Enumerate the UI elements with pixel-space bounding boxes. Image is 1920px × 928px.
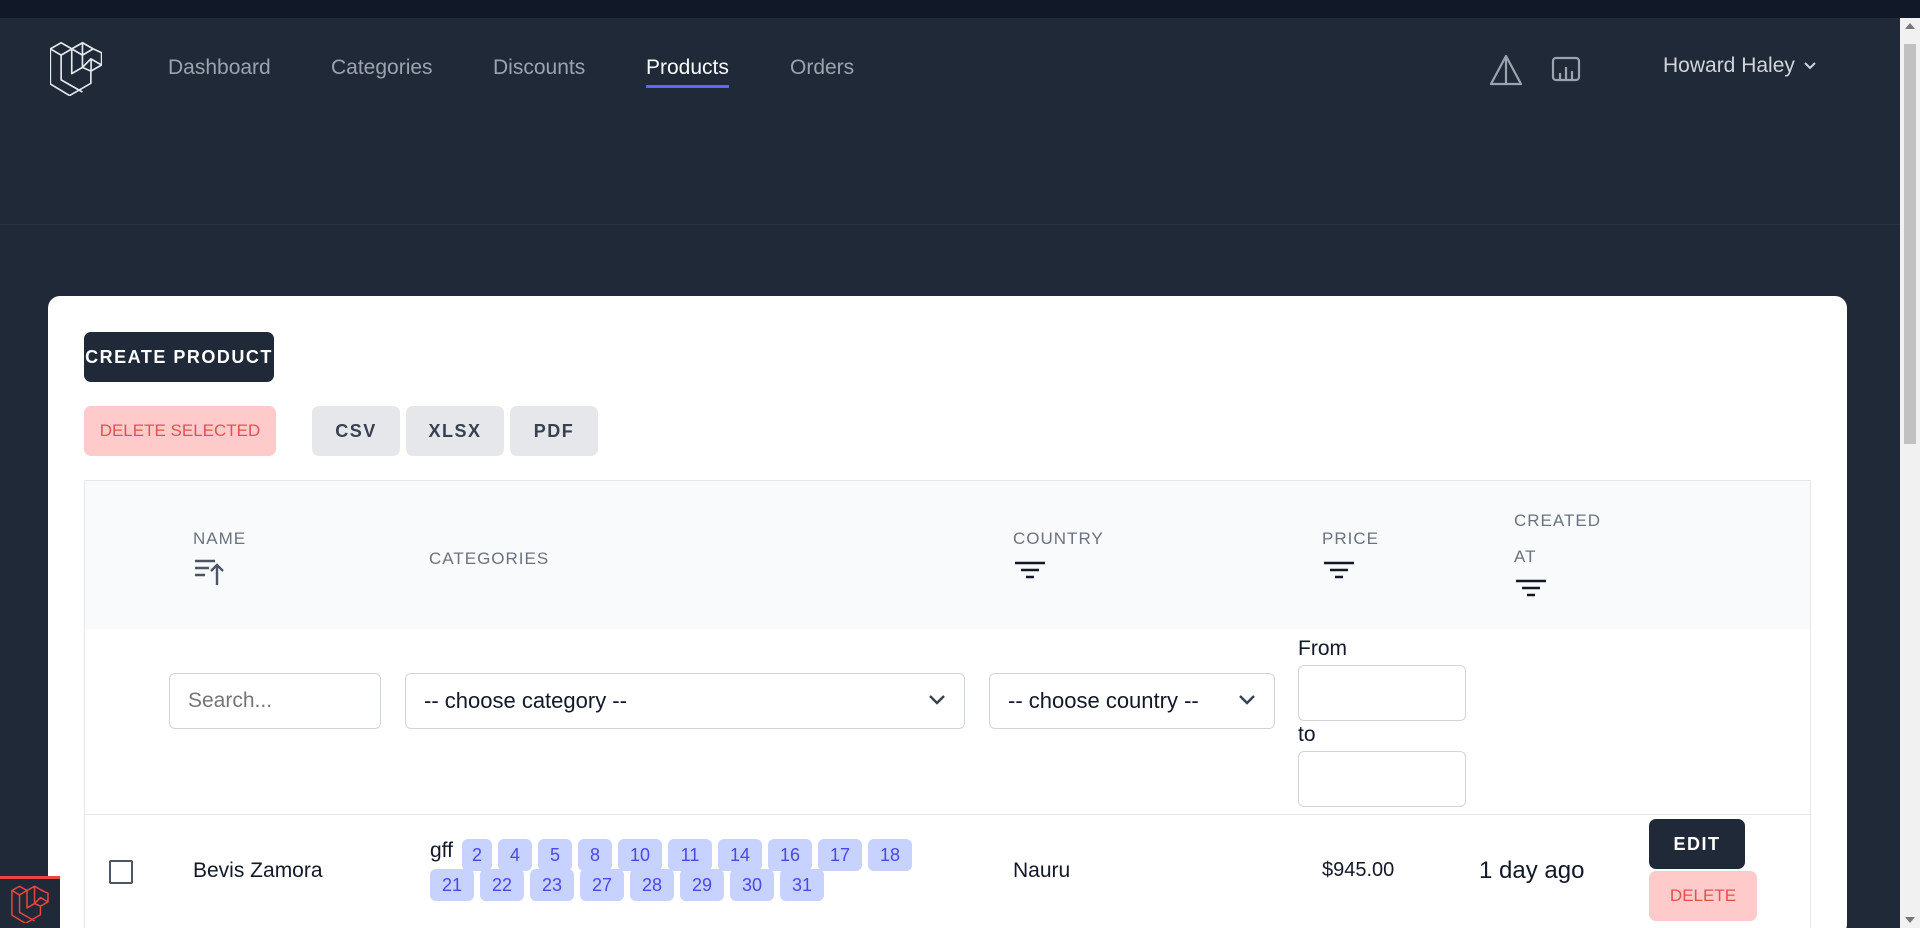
product-country: Nauru bbox=[1013, 859, 1071, 882]
country-select[interactable]: -- choose country -- bbox=[989, 673, 1275, 729]
category-tag: 27 bbox=[580, 869, 624, 901]
scroll-down-arrow-icon[interactable] bbox=[1905, 917, 1915, 923]
category-select-value: -- choose category -- bbox=[424, 688, 627, 713]
filter-lines-icon[interactable] bbox=[1013, 559, 1047, 589]
category-tag: 5 bbox=[538, 839, 572, 871]
products-card: CREATE PRODUCT DELETE SELECTED CSV XLSX … bbox=[48, 296, 1847, 928]
sort-ascending-icon[interactable] bbox=[193, 557, 227, 587]
browser-top-strip bbox=[0, 0, 1920, 18]
export-xlsx-button[interactable]: XLSX bbox=[406, 406, 504, 456]
chevron-down-icon bbox=[1239, 695, 1255, 705]
price-to-input[interactable] bbox=[1298, 751, 1466, 807]
scroll-up-arrow-icon[interactable] bbox=[1905, 23, 1915, 29]
nav-orders[interactable]: Orders bbox=[790, 56, 854, 88]
table-header: NAME CATEGORIES COUNTRY PRICE CREATED AT bbox=[85, 481, 1810, 629]
category-tag: 16 bbox=[768, 839, 812, 871]
export-csv-button[interactable]: CSV bbox=[312, 406, 400, 456]
price-from-input[interactable] bbox=[1298, 665, 1466, 721]
delete-selected-button[interactable]: DELETE SELECTED bbox=[84, 406, 276, 456]
scrollbar-thumb[interactable] bbox=[1904, 44, 1916, 444]
header-country: COUNTRY bbox=[1013, 529, 1104, 548]
delete-button[interactable]: DELETE bbox=[1649, 871, 1757, 921]
laravel-logo-icon[interactable] bbox=[50, 40, 102, 96]
products-table: NAME CATEGORIES COUNTRY PRICE CREATED AT bbox=[84, 480, 1811, 928]
category-tag: 2 bbox=[462, 839, 492, 871]
header-created-line2: AT bbox=[1514, 547, 1537, 566]
filter-lines-icon[interactable] bbox=[1514, 577, 1548, 607]
price-from-label: From bbox=[1298, 637, 1347, 660]
header-name: NAME bbox=[193, 529, 247, 548]
price-to-label: to bbox=[1298, 723, 1316, 746]
category-tag: 28 bbox=[630, 869, 674, 901]
top-navbar: Dashboard Categories Discounts Products … bbox=[0, 18, 1900, 138]
nav-categories[interactable]: Categories bbox=[331, 56, 433, 88]
header-created-line1: CREATED bbox=[1514, 511, 1601, 530]
category-tag: 8 bbox=[578, 839, 612, 871]
category-tag: 29 bbox=[680, 869, 724, 901]
product-name: Bevis Zamora bbox=[193, 859, 323, 882]
warning-triangle-icon[interactable] bbox=[1488, 52, 1524, 88]
edit-button[interactable]: EDIT bbox=[1649, 819, 1745, 869]
table-row: Bevis Zamora gff 2 4 5 8 10 11 14 16 17 … bbox=[85, 815, 1810, 927]
page-scrollbar[interactable] bbox=[1900, 18, 1920, 928]
category-tag: 17 bbox=[818, 839, 862, 871]
chevron-down-icon bbox=[929, 695, 945, 705]
category-first: gff bbox=[430, 839, 453, 862]
product-created-at: 1 day ago bbox=[1479, 857, 1585, 884]
category-tag: 30 bbox=[730, 869, 774, 901]
dashboard-monitor-icon[interactable] bbox=[1548, 52, 1584, 88]
category-tag: 10 bbox=[618, 839, 662, 871]
category-tag: 18 bbox=[868, 839, 912, 871]
header-divider bbox=[0, 224, 1900, 225]
nav-dashboard[interactable]: Dashboard bbox=[168, 56, 271, 88]
export-pdf-button[interactable]: PDF bbox=[510, 406, 598, 456]
filter-row: -- choose category -- -- choose country … bbox=[85, 629, 1810, 815]
create-product-button[interactable]: CREATE PRODUCT bbox=[84, 332, 274, 382]
country-select-value: -- choose country -- bbox=[1008, 688, 1199, 713]
row-select-checkbox[interactable] bbox=[109, 860, 133, 884]
laravel-logo-icon bbox=[11, 885, 49, 923]
category-tag: 31 bbox=[780, 869, 824, 901]
search-input[interactable] bbox=[169, 673, 381, 729]
category-tag: 11 bbox=[668, 839, 712, 871]
debugbar-toggle[interactable] bbox=[0, 876, 60, 928]
user-menu[interactable]: Howard Haley bbox=[1663, 54, 1817, 78]
product-price: $945.00 bbox=[1322, 859, 1395, 881]
category-tag: 4 bbox=[498, 839, 532, 871]
header-categories: CATEGORIES bbox=[429, 549, 550, 568]
nav-products[interactable]: Products bbox=[646, 56, 729, 88]
user-name: Howard Haley bbox=[1663, 54, 1795, 77]
filter-lines-icon[interactable] bbox=[1322, 559, 1356, 589]
category-tag: 14 bbox=[718, 839, 762, 871]
category-select[interactable]: -- choose category -- bbox=[405, 673, 965, 729]
nav-discounts[interactable]: Discounts bbox=[493, 56, 585, 88]
category-tag: 22 bbox=[480, 869, 524, 901]
category-tag: 23 bbox=[530, 869, 574, 901]
header-price: PRICE bbox=[1322, 529, 1379, 548]
category-tag: 21 bbox=[430, 869, 474, 901]
chevron-down-icon bbox=[1804, 62, 1816, 70]
